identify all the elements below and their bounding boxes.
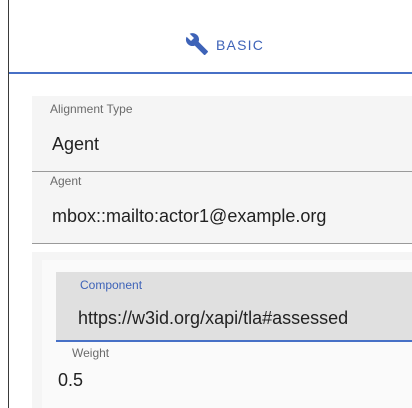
agent-label: Agent [50,174,82,188]
weight-value[interactable]: 0.5 [58,370,83,391]
agent-value[interactable]: mbox::mailto:actor1@example.org [52,206,326,227]
weight-label: Weight [72,346,110,360]
alignment-type-field[interactable]: Alignment Type Agent [32,96,412,172]
tab-active-indicator [9,72,412,74]
alignment-type-label: Alignment Type [50,102,133,116]
tab-basic-label: BASIC [216,37,265,53]
component-value[interactable]: https://w3id.org/xapi/tla#assessed [78,308,348,329]
component-field[interactable]: Component https://w3id.org/xapi/tla#asse… [56,272,412,342]
component-label: Component [80,278,143,292]
agent-underline [32,243,412,244]
alignment-type-value[interactable]: Agent [52,134,99,155]
weight-field[interactable]: Weight 0.5 [56,342,412,408]
agent-field[interactable]: Agent mbox::mailto:actor1@example.org [32,172,412,244]
wrench-icon [185,32,209,56]
tab-basic[interactable]: BASIC [9,0,412,72]
tab-bar: BASIC [9,0,412,74]
